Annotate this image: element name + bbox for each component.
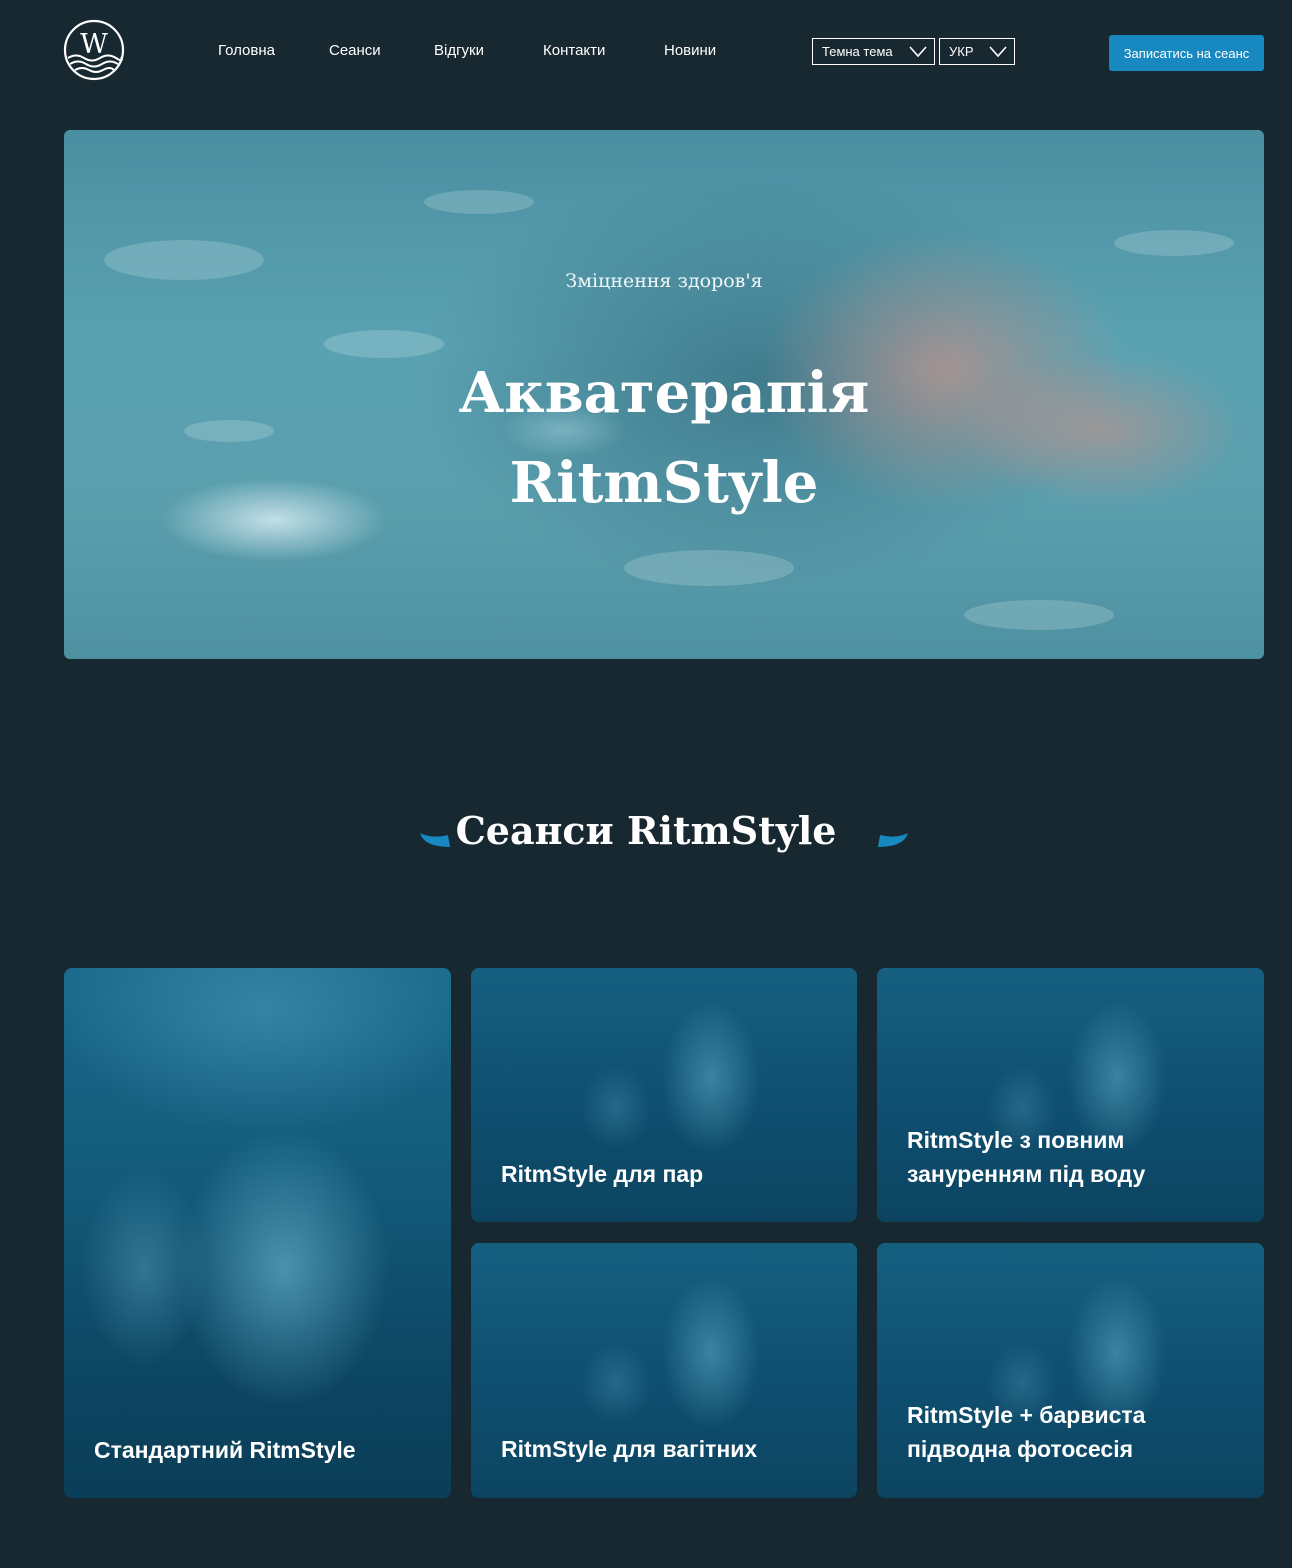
hero-subtitle: Зміцнення здоров'я bbox=[565, 270, 763, 292]
session-card-label: Стандартний RitmStyle bbox=[94, 1437, 356, 1463]
theme-select-value: Темна тема bbox=[822, 44, 893, 59]
nav-item-news[interactable]: Новини bbox=[664, 42, 716, 59]
language-select[interactable]: УКР bbox=[939, 38, 1015, 65]
wave-logo-icon[interactable]: W bbox=[63, 19, 125, 81]
nav-item-reviews[interactable]: Відгуки bbox=[434, 42, 484, 59]
theme-select[interactable]: Темна тема bbox=[812, 38, 935, 65]
hero-title-line1: Акватерапія bbox=[458, 360, 870, 426]
session-card-pregnant[interactable]: RitmStyle для вагітних bbox=[471, 1243, 857, 1498]
language-select-value: УКР bbox=[949, 44, 974, 59]
session-card-photoshoot[interactable]: RitmStyle + барвиста підводна фотосесія bbox=[877, 1243, 1264, 1498]
session-card-label: RitmStyle для вагітних bbox=[501, 1436, 758, 1462]
session-card-full-immersion[interactable]: RitmStyle з повним зануренням під воду bbox=[877, 968, 1264, 1222]
chevron-down-icon bbox=[989, 46, 1007, 58]
session-card-label: RitmStyle для пар bbox=[501, 1161, 704, 1187]
book-session-button[interactable]: Записатись на сеанс bbox=[1109, 35, 1264, 71]
sessions-title: Сеанси RitmStyle bbox=[455, 808, 837, 853]
session-card-couples[interactable]: RitmStyle для пар bbox=[471, 968, 857, 1222]
chevron-down-icon bbox=[909, 46, 927, 58]
session-card-label: RitmStyle + барвиста підводна фотосесія bbox=[907, 1402, 1146, 1462]
hero-title: Акватерапія RitmStyle bbox=[64, 348, 1264, 528]
site-header: W Головна Сеанси Відгуки Контакти Новини… bbox=[0, 0, 1292, 105]
nav-item-contacts[interactable]: Контакти bbox=[543, 42, 605, 59]
nav-item-sessions[interactable]: Сеанси bbox=[329, 42, 381, 59]
session-card-standard[interactable]: Стандартний RitmStyle bbox=[64, 968, 451, 1498]
nav-item-home[interactable]: Головна bbox=[218, 42, 275, 59]
leaf-icon bbox=[878, 833, 908, 847]
hero-title-line2: RitmStyle bbox=[509, 450, 819, 516]
hero-banner: Зміцнення здоров'я Акватерапія RitmStyle bbox=[64, 130, 1264, 659]
session-card-label: RitmStyle з повним зануренням під воду bbox=[907, 1127, 1146, 1187]
